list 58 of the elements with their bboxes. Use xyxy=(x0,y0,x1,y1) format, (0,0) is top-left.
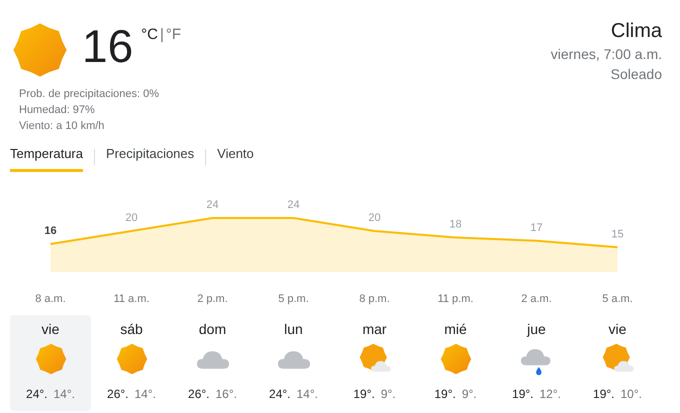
time-label: 5 a.m. xyxy=(602,292,633,306)
time-label: 11 p.m. xyxy=(438,292,474,306)
sun-icon xyxy=(12,22,68,78)
day-forecast[interactable]: vie 24°. 14°. xyxy=(10,315,91,411)
low-temperature: 14°. xyxy=(54,386,75,403)
weather-detail: Humedad: 97% xyxy=(19,103,96,118)
high-temperature: 19°. xyxy=(593,386,614,403)
day-name: mar xyxy=(362,320,387,339)
high-temperature: 26°. xyxy=(188,386,210,403)
day-name: lun xyxy=(284,320,303,339)
high-temperature: 19°. xyxy=(353,386,375,403)
weather-condition: Soleado xyxy=(610,65,662,84)
sun-icon xyxy=(34,343,66,375)
celsius-unit[interactable]: °C xyxy=(141,24,158,46)
day-name: mié xyxy=(444,320,467,339)
high-temperature: 19°. xyxy=(512,386,534,403)
weather-detail: Viento: a 10 km/h xyxy=(19,119,106,134)
high-temperature: 26°. xyxy=(107,386,128,403)
current-temperature: 16 xyxy=(82,19,134,74)
day-name: vie xyxy=(42,320,60,339)
weather-title: Clima xyxy=(610,19,662,44)
data-label: 20 xyxy=(368,212,381,224)
sun-icon xyxy=(116,343,148,375)
low-temperature: 14°. xyxy=(296,386,318,403)
tab[interactable]: Precipitaciones xyxy=(106,142,194,172)
sun-icon xyxy=(440,343,472,375)
weather-detail: Prob. de precipitaciones: 0% xyxy=(19,87,160,102)
time-label: 2 p.m. xyxy=(197,292,228,306)
data-label: 24 xyxy=(287,198,300,210)
high-temperature: 24°. xyxy=(269,386,290,403)
day-name: dom xyxy=(198,320,226,339)
time-label: 8 a.m. xyxy=(35,292,66,306)
data-label: 18 xyxy=(449,218,462,230)
data-label: 16 xyxy=(44,224,57,236)
day-name: sáb xyxy=(120,320,143,339)
date-time: viernes, 7:00 a.m. xyxy=(550,45,662,64)
data-label: 24 xyxy=(206,198,219,210)
unit-separator: | xyxy=(160,25,164,45)
time-label: 2 a.m. xyxy=(521,292,552,306)
high-temperature: 19°. xyxy=(434,386,456,403)
low-temperature: 9°. xyxy=(462,386,477,403)
low-temperature: 10°. xyxy=(620,386,642,403)
fahrenheit-unit[interactable]: °F xyxy=(166,24,182,46)
low-temperature: 14°. xyxy=(134,386,156,403)
data-label: 15 xyxy=(611,228,624,240)
day-name: vie xyxy=(608,320,626,339)
tab[interactable]: Viento xyxy=(217,142,254,172)
tab[interactable]: Temperatura xyxy=(10,142,83,172)
time-label: 11 a.m. xyxy=(114,292,150,306)
time-label: 8 p.m. xyxy=(359,292,390,306)
data-label: 20 xyxy=(125,212,138,224)
low-temperature: 16°. xyxy=(216,386,237,403)
low-temperature: 9°. xyxy=(380,386,396,403)
low-temperature: 12°. xyxy=(540,386,561,403)
time-label: 5 p.m. xyxy=(278,292,309,306)
day-name: jue xyxy=(527,320,546,339)
high-temperature: 24°. xyxy=(26,386,48,403)
data-label: 17 xyxy=(530,221,543,234)
